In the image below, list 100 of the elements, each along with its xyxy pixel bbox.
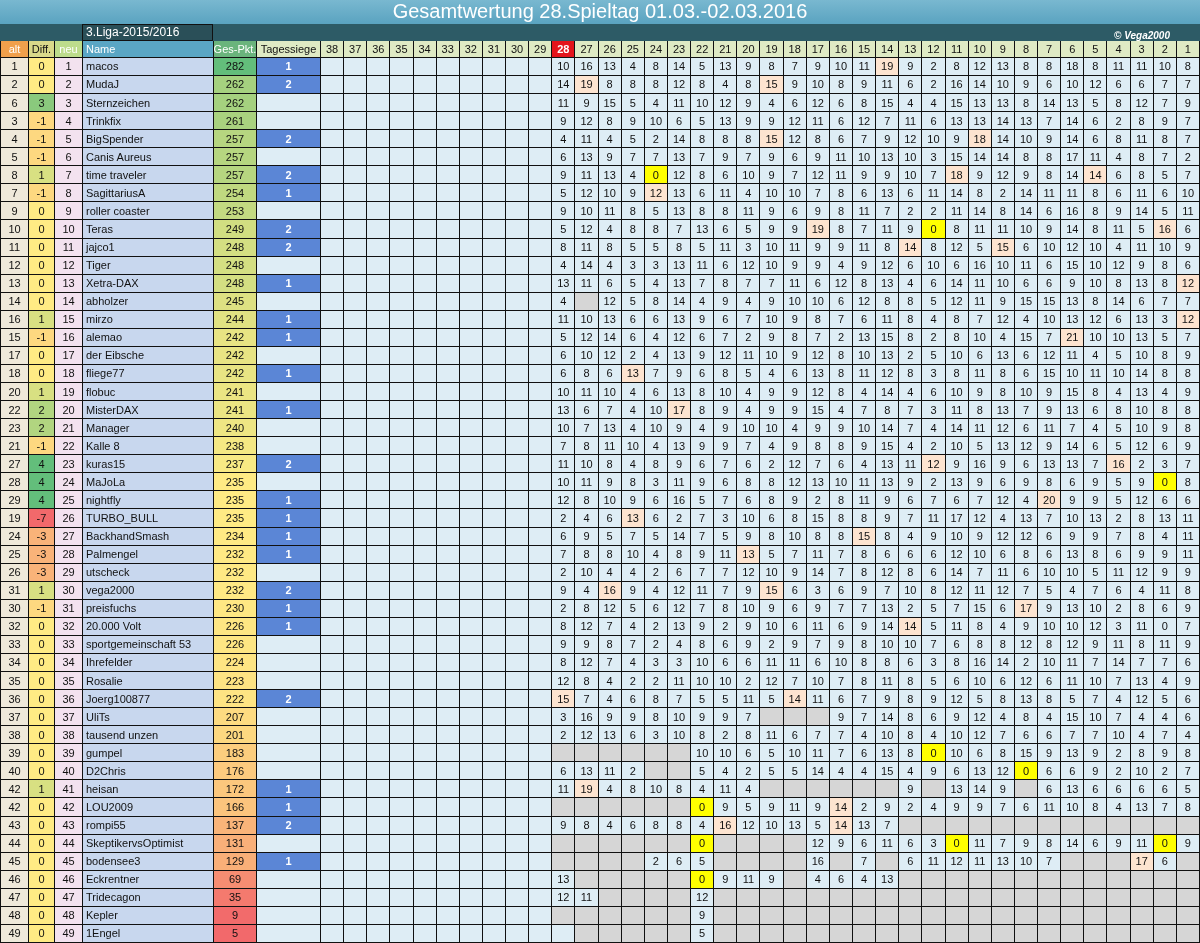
score-cell: 10: [945, 744, 969, 762]
score-cell: 10: [853, 148, 877, 166]
score-cell: 10: [1014, 220, 1039, 238]
score-cell: 9: [1084, 744, 1108, 762]
day-wins-cell: 2: [257, 220, 321, 238]
score-cell: 9: [806, 148, 830, 166]
score-cell: 6: [1038, 762, 1062, 780]
score-cell: 12: [991, 166, 1015, 184]
score-cell: 12: [575, 726, 599, 744]
score-cell: 5: [621, 130, 645, 148]
score-cell: 7: [783, 166, 807, 184]
score-cell: 10: [968, 672, 992, 690]
score-cell: 9: [945, 798, 969, 816]
score-cell: 9: [1176, 383, 1200, 401]
score-cell: 7: [829, 726, 853, 744]
score-cell: 11: [829, 166, 853, 184]
score-cell: 14: [1061, 112, 1085, 130]
player-name-cell: Canis Aureus: [83, 148, 214, 166]
score-cell: 8: [1176, 473, 1200, 491]
score-cell: 8: [853, 672, 877, 690]
score-cell: 10: [829, 473, 853, 491]
player-name-cell: roller coaster: [83, 202, 214, 220]
score-cell: 5: [1107, 491, 1131, 509]
total-points-cell: 172: [214, 780, 257, 798]
score-cell: 12: [968, 708, 992, 726]
old-rank-cell: 9: [1, 202, 29, 220]
score-cell: 8: [945, 220, 969, 238]
score-cell: 9: [760, 798, 784, 816]
score-cell: 8: [1014, 708, 1039, 726]
score-cell: 8: [691, 130, 715, 148]
score-cell: 2: [552, 509, 576, 527]
old-rank-cell: 3: [1, 112, 29, 130]
score-cell: 10: [644, 419, 668, 437]
score-cell: 12: [552, 491, 576, 509]
day-wins-cell: 2: [257, 166, 321, 184]
score-cell: 6: [1084, 780, 1108, 798]
score-cell: 4: [575, 509, 599, 527]
score-cell: 14: [968, 148, 992, 166]
score-cell: 4: [1153, 383, 1177, 401]
score-cell: 7: [876, 202, 900, 220]
new-rank-cell: 5: [55, 130, 83, 148]
score-cell: 11: [1176, 509, 1200, 527]
score-cell: 5: [1107, 437, 1131, 455]
score-cell: 7: [853, 708, 877, 726]
score-cell: 13: [1014, 112, 1039, 130]
score-cell: 9: [1084, 491, 1108, 509]
score-cell: 5: [1084, 94, 1108, 112]
score-cell: 4: [644, 94, 668, 112]
score-cell: 13: [876, 184, 900, 202]
score-cell: 8: [991, 202, 1015, 220]
rank-change-cell: 1: [29, 166, 55, 184]
rank-change-cell: -1: [29, 148, 55, 166]
score-cell: 6: [853, 744, 877, 762]
score-cell: 13: [806, 473, 830, 491]
score-cell: 15: [876, 762, 900, 780]
score-cell: 11: [806, 744, 830, 762]
score-cell: 10: [1107, 726, 1131, 744]
score-cell: 9: [899, 220, 923, 238]
score-cell: 4: [621, 419, 645, 437]
score-cell: 6: [1061, 473, 1085, 491]
score-cell: 11: [853, 202, 877, 220]
score-cell: 9: [945, 455, 969, 473]
score-cell: 8: [1176, 744, 1200, 762]
score-cell: 13: [945, 112, 969, 130]
score-cell: 6: [714, 220, 738, 238]
score-cell: 2: [621, 762, 645, 780]
score-cell: 2: [1130, 455, 1154, 473]
score-cell: 8: [760, 473, 784, 491]
score-cell: 6: [552, 148, 576, 166]
score-cell: 3: [644, 726, 668, 744]
score-cell: 5: [737, 798, 761, 816]
score-cell: 15: [760, 130, 784, 148]
score-cell: 13: [991, 401, 1015, 419]
new-rank-cell: 7: [55, 166, 83, 184]
score-cell: 5: [783, 762, 807, 780]
score-cell: 8: [1014, 94, 1039, 112]
score-cell: 14: [783, 690, 807, 708]
new-rank-cell: 40: [55, 762, 83, 780]
score-cell: 6: [644, 491, 668, 509]
score-cell: 5: [760, 762, 784, 780]
total-points-cell: 223: [214, 672, 257, 690]
score-cell: 4: [922, 798, 946, 816]
score-cell: 7: [899, 401, 923, 419]
score-cell: 4: [621, 383, 645, 401]
score-cell: 8: [829, 184, 853, 202]
score-cell: 11: [598, 762, 622, 780]
score-cell: 4: [899, 437, 923, 455]
score-cell: 7: [1176, 762, 1200, 780]
score-cell: 8: [1107, 401, 1131, 419]
score-cell: 12: [575, 220, 599, 238]
score-cell: 11: [737, 690, 761, 708]
new-rank-cell: 25: [55, 491, 83, 509]
score-cell: 13: [1130, 383, 1154, 401]
score-cell: 8: [644, 220, 668, 238]
score-cell: 13: [968, 112, 992, 130]
player-name-cell: kuras15: [83, 455, 214, 473]
total-points-cell: 254: [214, 184, 257, 202]
score-cell: 12: [575, 112, 599, 130]
score-cell: 9: [1038, 437, 1062, 455]
score-cell: 6: [829, 94, 853, 112]
